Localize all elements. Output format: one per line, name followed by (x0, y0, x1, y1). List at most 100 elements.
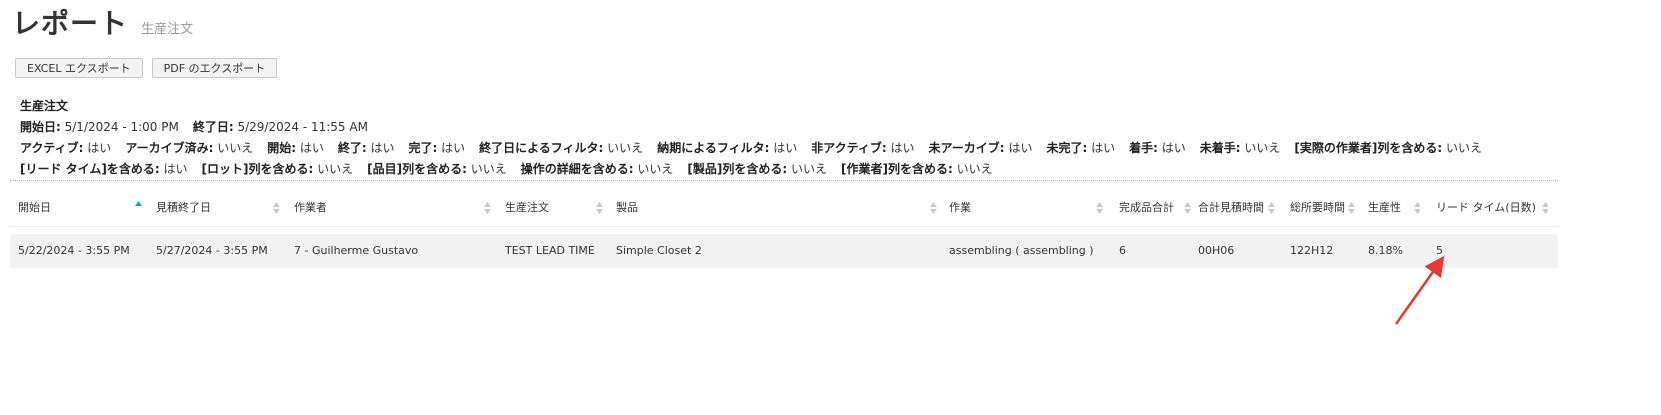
filter-key: 終了: (337, 141, 367, 155)
filter-key: 未アーカイブ: (928, 141, 1005, 155)
sort-icon[interactable] (1542, 201, 1549, 215)
column-header-production-order[interactable]: 生産注文 (505, 196, 549, 222)
filter-value: はい (1004, 141, 1033, 155)
divider (10, 180, 1558, 181)
cell-worker: 7 - Guilherme Gustavo (294, 244, 419, 257)
filter-key: [実際の作業者]列を含める: (1294, 141, 1443, 155)
sort-icon[interactable] (484, 201, 491, 215)
filter-value: 5/29/2024 - 11:55 AM (233, 120, 368, 134)
filter-item: 開始日: 5/1/2024 - 1:00 PM (20, 117, 179, 138)
column-header-worker[interactable]: 作業者 (294, 196, 327, 222)
filter-item: 納期によるフィルタ: はい (657, 138, 797, 159)
filter-item: 未完了: はい (1046, 138, 1115, 159)
filter-key: [品目]列を含める: (367, 162, 467, 176)
column-header-est-end-date[interactable]: 見積終了日 (156, 196, 211, 222)
filter-key: 未完了: (1046, 141, 1088, 155)
filter-flags-row: [リード タイム]を含める: はい [ロット]列を含める: いいえ [品目]列を含め… (20, 159, 1482, 180)
cell-start-date: 5/22/2024 - 3:55 PM (18, 244, 130, 257)
filter-value: はい (296, 141, 324, 155)
filter-item: [製品]列を含める: いいえ (687, 159, 827, 180)
filter-value: はい (437, 141, 466, 155)
column-header-product[interactable]: 製品 (616, 196, 638, 222)
page-header: レポート 生産注文 (12, 2, 193, 42)
filter-item: [品目]列を含める: いいえ (367, 159, 507, 180)
filter-key: [ロット]列を含める: (201, 162, 314, 176)
sort-icon[interactable] (1268, 201, 1275, 215)
column-header-total-estimated-time[interactable]: 合計見積時間 (1198, 196, 1264, 222)
cell-operation: assembling ( assembling ) (949, 244, 1094, 257)
cell-productivity: 8.18% (1368, 244, 1403, 257)
sort-ascending-icon[interactable] (135, 201, 142, 215)
sort-icon[interactable] (273, 201, 280, 215)
filter-value: いいえ (633, 162, 674, 176)
column-header-total-required-time[interactable]: 総所要時間 (1290, 196, 1345, 222)
sort-icon[interactable] (930, 201, 937, 215)
filter-flags-row: アクティブ: はい アーカイブ済み: いいえ 開始: はい 終了: はい 完了: はい終… (20, 138, 1482, 159)
filter-key: 終了日: (192, 120, 234, 134)
filter-key: 納期によるフィルタ: (657, 141, 770, 155)
filter-key: 完了: (408, 141, 438, 155)
filter-value: はい (886, 141, 915, 155)
cell-finished-total: 6 (1119, 244, 1126, 257)
filter-value: はい (159, 162, 188, 176)
filter-key: 開始日: (20, 120, 61, 134)
filter-key: 開始: (267, 141, 297, 155)
cell-total-estimated-time: 00H06 (1198, 244, 1235, 257)
filter-value: はい (769, 141, 798, 155)
filter-value: はい (366, 141, 395, 155)
sort-icon[interactable] (1348, 201, 1355, 215)
table-row[interactable]: 5/22/2024 - 3:55 PM 5/27/2024 - 3:55 PM 7 … (10, 234, 1558, 268)
filter-key: [リード タイム]を含める: (20, 162, 160, 176)
cell-production-order: TEST LEAD TIME (505, 244, 595, 257)
column-header-finished-total[interactable]: 完成品合計 (1119, 196, 1174, 222)
cell-lead-time-days: 5 (1436, 244, 1443, 257)
filter-item: 操作の詳細を含める: いいえ (521, 159, 674, 180)
filter-section-title: 生産注文 (20, 99, 69, 113)
filter-item: [リード タイム]を含める: はい (20, 159, 188, 180)
filter-key: 終了日によるフィルタ: (479, 141, 604, 155)
filter-key: [製品]列を含める: (687, 162, 788, 176)
filter-key: 非アクティブ: (811, 141, 887, 155)
sort-icon[interactable] (596, 201, 603, 215)
filter-item: [作業者]列を含める: いいえ (841, 159, 993, 180)
filter-item: 終了日: 5/29/2024 - 11:55 AM (193, 117, 368, 138)
filter-key: アクティブ: (20, 141, 84, 155)
filter-value: いいえ (603, 141, 644, 155)
filter-item: 着手: はい (1129, 138, 1186, 159)
excel-export-button[interactable]: EXCEL エクスポート (15, 58, 143, 78)
column-header-operation[interactable]: 作業 (949, 196, 971, 222)
filter-value: 5/1/2024 - 1:00 PM (60, 120, 179, 134)
filter-key: 未着手: (1199, 141, 1241, 155)
page-subtitle: 生産注文 (141, 22, 194, 37)
filter-item: 非アクティブ: はい (811, 138, 914, 159)
sort-icon[interactable] (1414, 201, 1421, 215)
filter-item: 終了日によるフィルタ: いいえ (479, 138, 643, 159)
filter-value: いいえ (1442, 141, 1482, 155)
filter-value: いいえ (313, 162, 354, 176)
filter-item: 終了: はい (338, 138, 395, 159)
filter-date-row: 開始日: 5/1/2024 - 1:00 PM 終了日: 5/29/2024 - … (20, 117, 1482, 138)
filter-key: [作業者]列を含める: (841, 162, 953, 176)
filter-item: アーカイブ済み: いいえ (125, 138, 253, 159)
column-header-start-date[interactable]: 開始日 (18, 196, 51, 222)
filter-item: 未アーカイブ: はい (929, 138, 1033, 159)
filter-value: はい (1157, 141, 1186, 155)
filter-key: 操作の詳細を含める: (520, 162, 634, 176)
filter-value: いいえ (952, 162, 993, 176)
filter-summary: 生産注文 開始日: 5/1/2024 - 1:00 PM 終了日: 5/29/20… (20, 96, 1482, 180)
filter-item: [実際の作業者]列を含める: いいえ (1294, 138, 1482, 159)
filter-value: いいえ (466, 162, 507, 176)
pdf-export-button[interactable]: PDF のエクスポート (151, 58, 278, 78)
column-header-productivity[interactable]: 生産性 (1368, 196, 1401, 222)
sort-icon[interactable] (1096, 201, 1103, 215)
sort-icon[interactable] (1184, 201, 1191, 215)
table-header: 開始日 見積終了日 作業者 生産注文 製品 作業 完成品合計 合計見積時間 総所要時間 生産性 リー… (10, 196, 1558, 222)
header-divider (10, 226, 1558, 227)
column-header-lead-time-days[interactable]: リード タイム(日数) (1436, 196, 1536, 222)
filter-item: [ロット]列を含める: いいえ (202, 159, 354, 180)
cell-est-end-date: 5/27/2024 - 3:55 PM (156, 244, 268, 257)
filter-key: アーカイブ済み: (125, 141, 214, 155)
cell-product: Simple Closet 2 (616, 244, 702, 257)
filter-item: アクティブ: はい (20, 138, 111, 159)
page-title: レポート (12, 7, 129, 40)
